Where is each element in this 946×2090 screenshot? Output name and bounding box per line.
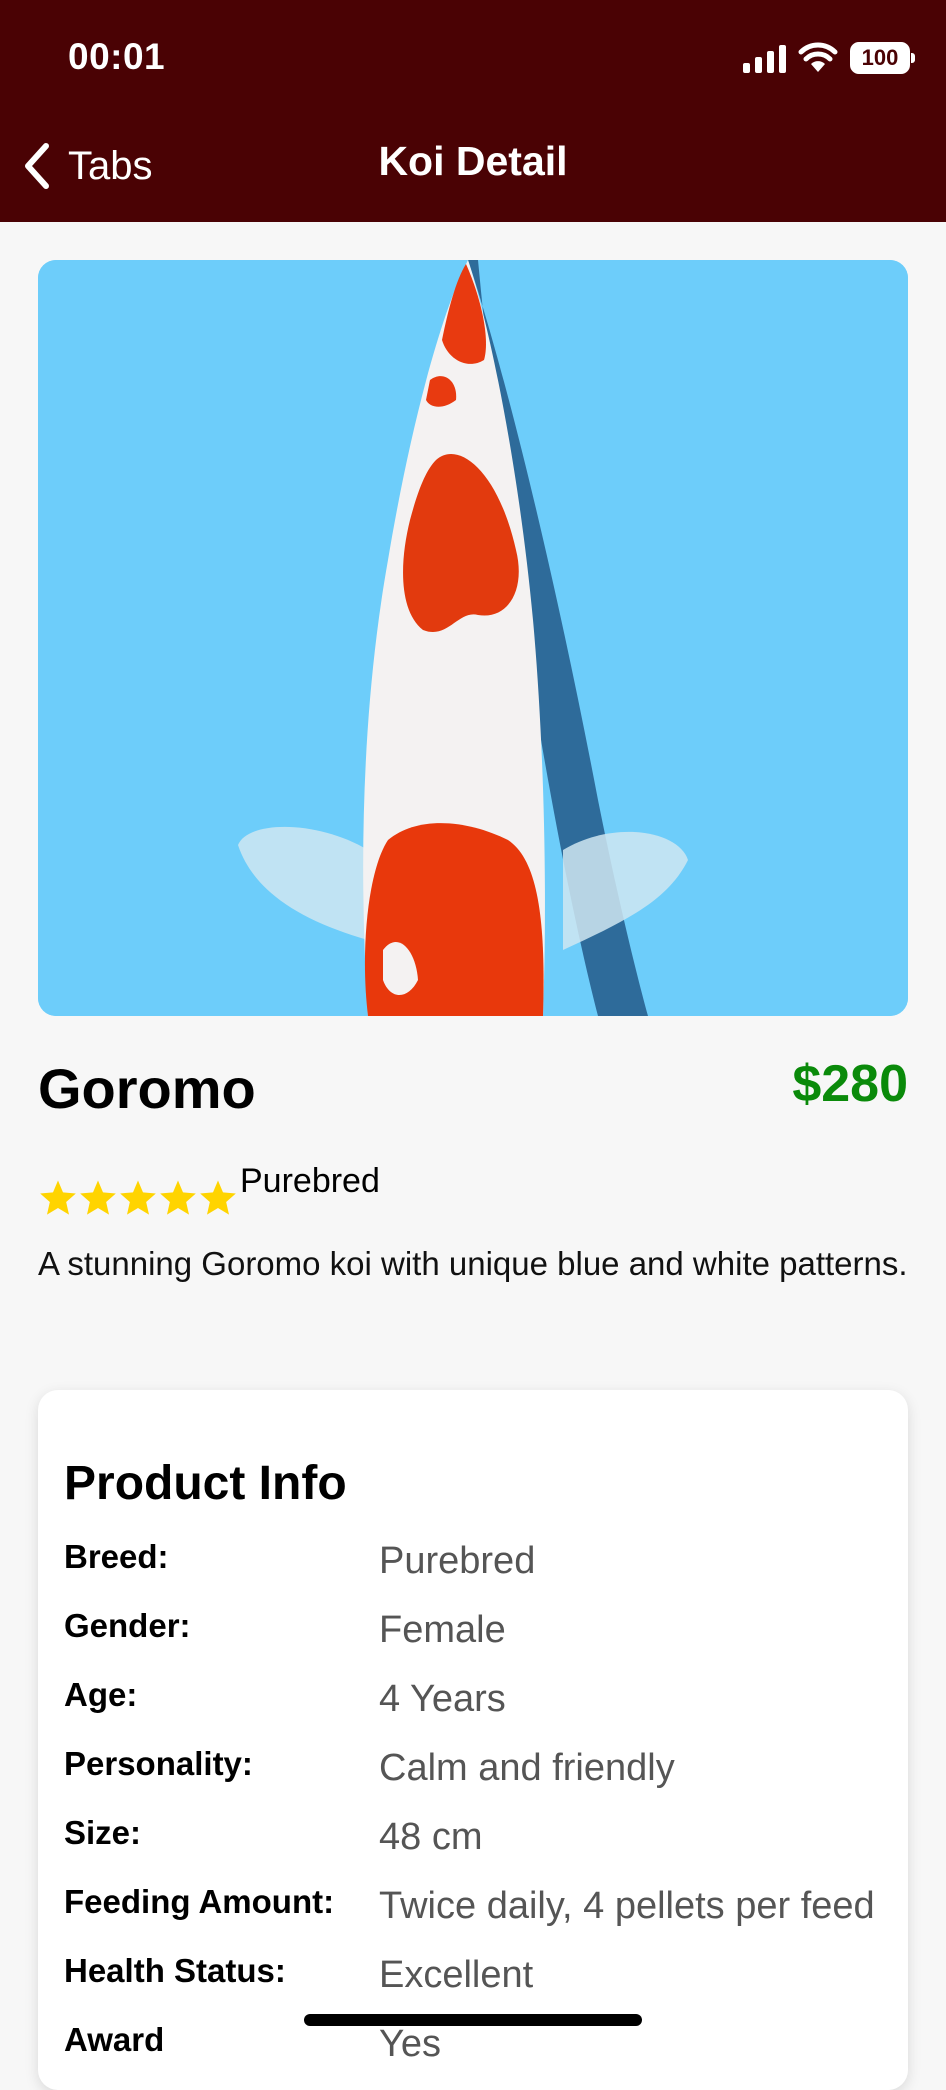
info-value: Excellent (379, 1954, 534, 1996)
star-icon (80, 1180, 116, 1215)
battery-icon: 100 (850, 42, 915, 74)
koi-name: Goromo (38, 1057, 256, 1120)
info-row: Gender: Female (64, 1607, 908, 1667)
info-label: Size: (64, 1814, 142, 1851)
page-title: Koi Detail (378, 138, 568, 184)
info-row: Size: 48 cm (64, 1814, 908, 1874)
info-row: Health Status: Excellent (64, 1952, 908, 2012)
info-row: Award Yes (64, 2021, 908, 2081)
star-icon (120, 1180, 156, 1215)
info-label: Age: (64, 1676, 138, 1713)
info-value: 48 cm (379, 1816, 483, 1858)
info-row: Breed: Purebred (64, 1538, 908, 1598)
info-value: Yes (379, 2023, 441, 2065)
koi-photo (38, 260, 908, 1016)
info-value: Twice daily, 4 pellets per feed (379, 1885, 875, 1927)
info-label: Health Status: (64, 1952, 286, 1989)
koi-price: $280 (792, 1055, 908, 1113)
battery-level: 100 (861, 45, 899, 70)
info-value: 4 Years (379, 1678, 506, 1720)
star-icon (40, 1180, 76, 1215)
product-info-card: Product Info Breed: Purebred Gender: Female… (38, 1390, 908, 2090)
info-label: Breed: (64, 1538, 169, 1575)
info-row: Age: 4 Years (64, 1676, 908, 1736)
info-label: Award (64, 2021, 165, 2058)
info-label: Feeding Amount: (64, 1883, 335, 1920)
koi-description: A stunning Goromo koi with unique blue a… (38, 1245, 908, 1282)
cellular-signal-icon (743, 43, 786, 73)
star-icon (160, 1180, 196, 1215)
info-row: Personality: Calm and friendly (64, 1745, 908, 1805)
star-rating (38, 1178, 238, 1218)
info-value: Purebred (379, 1540, 536, 1582)
info-label: Gender: (64, 1607, 191, 1644)
breed-tag: Purebred (240, 1162, 380, 1200)
product-info-title: Product Info (64, 1457, 347, 1510)
rating-row: Purebred (38, 1162, 380, 1218)
wifi-icon (798, 42, 838, 72)
home-indicator (304, 2014, 642, 2026)
info-value: Calm and friendly (379, 1747, 675, 1789)
info-label: Personality: (64, 1745, 253, 1782)
app-header: 00:01 100 Tabs Koi Detail (0, 0, 946, 222)
info-row: Feeding Amount: Twice daily, 4 pellets pe… (64, 1883, 908, 1943)
status-icons: 100 (743, 40, 915, 76)
status-time: 00:01 (68, 36, 166, 77)
info-value: Female (379, 1609, 506, 1651)
star-icon (200, 1180, 236, 1215)
